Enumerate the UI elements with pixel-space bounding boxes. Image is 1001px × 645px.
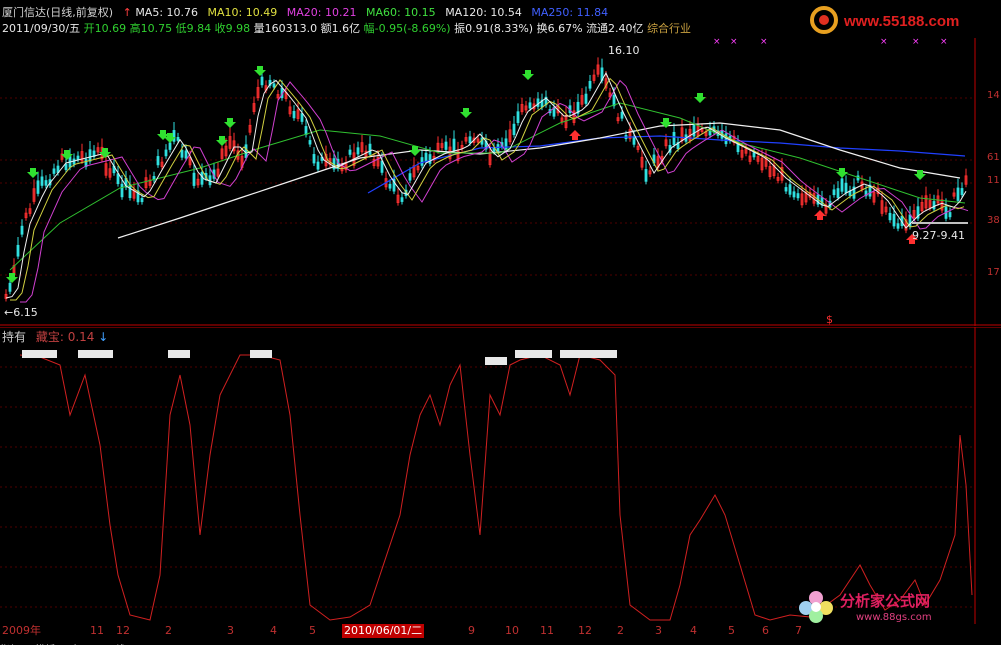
ma250-label: MA250: 11.84 bbox=[531, 6, 609, 19]
ma-header: 厦门信达(日线,前复权) ↑ MA5: 10.76 MA10: 10.49 MA… bbox=[2, 6, 614, 19]
bottom-tabs: 指标 模板 窗口 日线 bbox=[0, 638, 400, 645]
site-logo-bottom[interactable]: 分析家公式网 www.88gs.com bbox=[796, 586, 1001, 624]
high-price-label: 16.10 bbox=[608, 44, 640, 57]
time-tick: 5 bbox=[309, 624, 316, 637]
quote-close: 收9.98 bbox=[214, 22, 251, 35]
quote-change: 幅-0.95(-8.69%) bbox=[363, 22, 451, 35]
time-tick: 2009年 bbox=[2, 624, 41, 637]
site-logo-top[interactable]: www.55188.com bbox=[808, 4, 998, 36]
indicator-header: 持有 藏宝: 0.14 ↓ bbox=[2, 328, 108, 345]
svg-text:17: 17 bbox=[987, 267, 1000, 278]
quote-date: 2011/09/30/五 bbox=[2, 22, 81, 35]
flower-icon bbox=[799, 591, 833, 623]
range-label: 9.27-9.41 bbox=[912, 229, 965, 242]
time-axis: 2009年1112234589101112234567 2010/06/01/二 bbox=[0, 624, 1001, 638]
time-tick: 2 bbox=[165, 624, 172, 637]
date-cursor: 2010/06/01/二 bbox=[342, 624, 425, 638]
time-tick: 10 bbox=[505, 624, 519, 637]
down-arrow-icon: ↓ bbox=[98, 330, 109, 344]
time-tick: 3 bbox=[227, 624, 234, 637]
indicator-name[interactable]: 持有 bbox=[2, 330, 26, 344]
quote-info: 2011/09/30/五 开10.69 高10.75 低9.84 收9.98 量… bbox=[2, 22, 691, 35]
quote-high: 高10.75 bbox=[129, 22, 173, 35]
logo-top-text: www.55188.com bbox=[843, 13, 959, 30]
svg-text:14: 14 bbox=[987, 90, 1000, 101]
time-tick: 12 bbox=[578, 624, 592, 637]
ma60-label: MA60: 10.15 bbox=[365, 6, 436, 19]
logo-bottom-url: www.88gs.com bbox=[856, 612, 932, 623]
svg-text:×: × bbox=[940, 38, 948, 47]
svg-text:×: × bbox=[760, 38, 768, 47]
time-tick: 4 bbox=[270, 624, 277, 637]
indicator-series: 藏宝: 0.14 bbox=[35, 330, 95, 344]
ma120-label: MA120: 10.54 bbox=[445, 6, 522, 19]
quote-volume: 量160313.0 bbox=[253, 22, 318, 35]
svg-text:×: × bbox=[880, 38, 888, 47]
svg-text:38: 38 bbox=[987, 215, 1000, 226]
quote-float: 流通2.40亿 bbox=[586, 22, 644, 35]
time-tick: 7 bbox=[795, 624, 802, 637]
svg-text:×: × bbox=[912, 38, 920, 47]
ma5-label: MA5: 10.76 bbox=[135, 6, 199, 19]
stock-title[interactable]: 厦门信达(日线,前复权) bbox=[2, 6, 113, 19]
time-tick: 11 bbox=[90, 624, 104, 637]
svg-text:×: × bbox=[713, 38, 721, 47]
svg-text:61: 61 bbox=[987, 152, 1000, 163]
time-tick: 2 bbox=[617, 624, 624, 637]
low-price-label: ←6.15 bbox=[4, 306, 38, 319]
time-tick: 3 bbox=[655, 624, 662, 637]
svg-text:11: 11 bbox=[987, 175, 1000, 186]
time-tick: 6 bbox=[762, 624, 769, 637]
indicator-chart[interactable] bbox=[0, 327, 1001, 624]
up-arrow-icon: ↑ bbox=[122, 6, 132, 19]
quote-amount: 额1.6亿 bbox=[320, 22, 361, 35]
ma20-label: MA20: 10.21 bbox=[286, 6, 357, 19]
quote-open: 开10.69 bbox=[83, 22, 127, 35]
quote-low: 低9.84 bbox=[175, 22, 212, 35]
quote-amplitude: 振0.91(8.33%) bbox=[454, 22, 534, 35]
time-tick: 12 bbox=[116, 624, 130, 637]
quote-industry[interactable]: 综合行业 bbox=[647, 22, 691, 35]
dollar-mark: $ bbox=[826, 313, 833, 326]
time-tick: 5 bbox=[728, 624, 735, 637]
ma10-label: MA10: 10.49 bbox=[207, 6, 278, 19]
svg-text:×: × bbox=[730, 38, 738, 47]
time-tick: 4 bbox=[690, 624, 697, 637]
time-tick: 11 bbox=[540, 624, 554, 637]
price-chart[interactable]: 16.10 ←6.15 9.27-9.41 $ × × × × × × 14 61 11 38… bbox=[0, 38, 1001, 326]
time-tick: 9 bbox=[468, 624, 475, 637]
logo-bottom-title: 分析家公式网 bbox=[840, 592, 930, 610]
quote-turnover: 换6.67% bbox=[536, 22, 583, 35]
